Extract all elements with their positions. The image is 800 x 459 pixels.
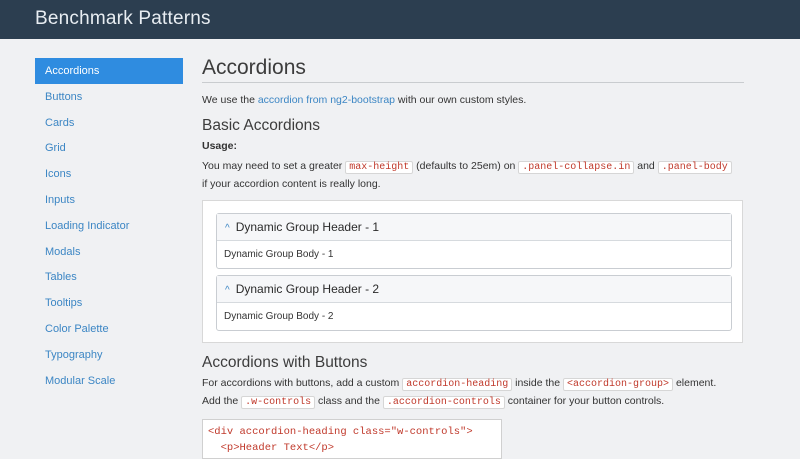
top-bar: Benchmark Patterns — [0, 0, 800, 39]
buttons-text-part: element. — [673, 377, 717, 389]
usage-text-part: and — [634, 160, 658, 172]
sidebar-item-color-palette[interactable]: Color Palette — [35, 316, 183, 342]
buttons-text: For accordions with buttons, add a custo… — [202, 375, 744, 411]
accordion-body-2: Dynamic Group Body - 2 — [224, 311, 334, 322]
sidebar-item-modals[interactable]: Modals — [35, 239, 183, 265]
chevron-up-icon: ^ — [225, 223, 230, 234]
sidebar-item-modular-scale[interactable]: Modular Scale — [35, 368, 183, 394]
intro-before: We use the — [202, 94, 258, 106]
buttons-text-part: container for your button controls. — [504, 395, 665, 407]
buttons-text-part: For accordions with buttons, add a custo… — [202, 377, 403, 389]
sidebar-item-buttons[interactable]: Buttons — [35, 84, 183, 110]
accordion-demo-panel: ^ Dynamic Group Header - 1 Dynamic Group … — [202, 200, 743, 343]
sidebar-item-accordions[interactable]: Accordions — [35, 58, 183, 84]
code-line: <p>Header Text</p> — [208, 442, 335, 454]
usage-text-part: (defaults to 25em) on — [413, 160, 519, 172]
accordion-body-1: Dynamic Group Body - 1 — [224, 249, 334, 260]
sidebar-item-loading-indicator[interactable]: Loading Indicator — [35, 213, 183, 239]
sidebar-item-icons[interactable]: Icons — [35, 161, 183, 187]
chevron-up-icon: ^ — [225, 285, 230, 296]
accordion-group-2: ^ Dynamic Group Header - 2 Dynamic Group … — [216, 275, 732, 331]
sidebar-item-tables[interactable]: Tables — [35, 264, 183, 290]
usage-label: Usage: — [202, 140, 238, 152]
code-accordion-controls: .accordion-controls — [382, 396, 505, 409]
buttons-text-part: inside the — [512, 377, 564, 389]
usage-text: You may need to set a greater max-height… — [202, 158, 744, 192]
accordion-header-label: Dynamic Group Header - 1 — [235, 220, 380, 234]
accordion-header-label: Dynamic Group Header - 2 — [235, 282, 380, 296]
accordions-with-buttons-heading: Accordions with Buttons — [202, 354, 368, 371]
page-title: Accordions — [202, 54, 744, 83]
sidebar-item-grid[interactable]: Grid — [35, 135, 183, 161]
intro-after: with our own custom styles. — [395, 94, 527, 106]
accordion-header-1[interactable]: ^ Dynamic Group Header - 1 — [217, 214, 731, 241]
sidebar-item-cards[interactable]: Cards — [35, 110, 183, 136]
buttons-text-part: class and the — [315, 395, 383, 407]
main-content: Accordions We use the accordion from ng2… — [202, 54, 744, 459]
sidebar-item-typography[interactable]: Typography — [35, 342, 183, 368]
code-panel-body: .panel-body — [657, 161, 732, 174]
usage-text-part: You may need to set a greater — [202, 160, 346, 172]
accordion-group-1: ^ Dynamic Group Header - 1 Dynamic Group … — [216, 213, 732, 269]
intro-text: We use the accordion from ng2-bootstrap … — [202, 92, 526, 108]
buttons-text-part: Add the — [202, 395, 242, 407]
basic-accordions-heading: Basic Accordions — [202, 117, 321, 134]
ng2-bootstrap-link[interactable]: accordion from ng2-bootstrap — [258, 94, 395, 106]
usage-text-part: if your accordion content is really long… — [202, 178, 381, 190]
code-accordion-group: <accordion-group> — [563, 378, 674, 391]
code-panel-collapse: .panel-collapse.in — [518, 161, 635, 174]
code-max-height: max-height — [345, 161, 414, 174]
sidebar-item-inputs[interactable]: Inputs — [35, 187, 183, 213]
sidebar-nav: Accordions Buttons Cards Grid Icons Inpu… — [35, 58, 183, 393]
code-accordion-heading: accordion-heading — [402, 378, 513, 391]
accordion-header-2[interactable]: ^ Dynamic Group Header - 2 — [217, 276, 731, 303]
app-title: Benchmark Patterns — [35, 8, 211, 29]
code-line: <div accordion-heading class="w-controls… — [208, 426, 473, 438]
code-example-block: <div accordion-heading class="w-controls… — [202, 419, 502, 459]
sidebar-item-tooltips[interactable]: Tooltips — [35, 290, 183, 316]
code-w-controls: .w-controls — [241, 396, 316, 409]
